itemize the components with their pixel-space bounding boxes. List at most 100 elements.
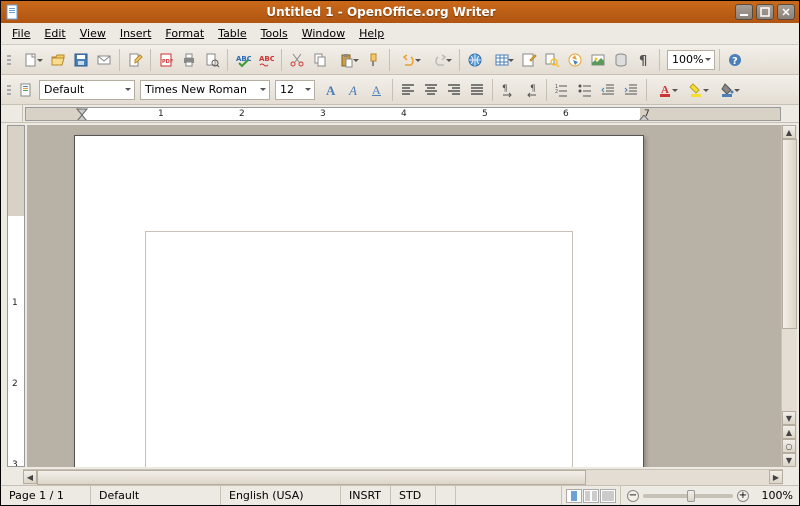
number-list-button[interactable]: 12 <box>551 79 573 101</box>
zoom-out-button[interactable]: − <box>627 490 639 502</box>
scroll-thumb-v[interactable] <box>782 139 797 329</box>
paste-button[interactable] <box>332 49 362 71</box>
scroll-right-button[interactable]: ▶ <box>769 470 783 484</box>
save-button[interactable] <box>70 49 92 71</box>
text-margin <box>145 231 573 467</box>
minimize-button[interactable] <box>735 4 753 20</box>
app-icon <box>5 4 21 20</box>
align-left-button[interactable] <box>397 79 419 101</box>
menu-tools[interactable]: Tools <box>254 24 295 43</box>
status-modified[interactable] <box>456 486 562 505</box>
open-button[interactable] <box>47 49 69 71</box>
mail-button[interactable] <box>93 49 115 71</box>
navigator-button[interactable] <box>564 49 586 71</box>
svg-text:ABC: ABC <box>259 55 274 63</box>
toolbar-grip[interactable] <box>5 79 13 101</box>
zoom-percent-label[interactable]: 100% <box>753 489 793 502</box>
align-justify-button[interactable] <box>466 79 488 101</box>
status-insert-mode[interactable]: INSRT <box>341 486 391 505</box>
close-button[interactable] <box>777 4 795 20</box>
italic-button[interactable]: A <box>343 79 365 101</box>
next-page-button[interactable]: ▼ <box>782 453 796 467</box>
document-area[interactable] <box>27 125 781 467</box>
background-color-button[interactable] <box>713 79 743 101</box>
statusbar: Page 1 / 1 Default English (USA) INSRT S… <box>1 485 799 505</box>
svg-text:A: A <box>326 83 336 98</box>
redo-button[interactable] <box>425 49 455 71</box>
find-button[interactable] <box>541 49 563 71</box>
underline-button[interactable]: A <box>366 79 388 101</box>
multi-page-view-button[interactable] <box>583 489 599 503</box>
preview-button[interactable] <box>201 49 223 71</box>
book-view-button[interactable] <box>600 489 616 503</box>
decrease-indent-button[interactable] <box>597 79 619 101</box>
align-right-button[interactable] <box>443 79 465 101</box>
menu-table[interactable]: Table <box>211 24 253 43</box>
menu-help[interactable]: Help <box>352 24 391 43</box>
copy-button[interactable] <box>309 49 331 71</box>
hyperlink-button[interactable] <box>464 49 486 71</box>
spellcheck-button[interactable]: ABC <box>232 49 254 71</box>
zoom-combo[interactable]: 100% <box>667 50 715 70</box>
zoom-in-button[interactable]: + <box>737 490 749 502</box>
edit-file-button[interactable] <box>124 49 146 71</box>
rtl-button[interactable]: ¶ <box>520 79 542 101</box>
prev-page-button[interactable]: ▲ <box>782 425 796 439</box>
print-button[interactable] <box>178 49 200 71</box>
ltr-button[interactable]: ¶ <box>497 79 519 101</box>
single-page-view-button[interactable] <box>566 489 582 503</box>
menu-format[interactable]: Format <box>158 24 211 43</box>
undo-button[interactable] <box>394 49 424 71</box>
scroll-left-button[interactable]: ◀ <box>23 470 37 484</box>
increase-indent-button[interactable] <box>620 79 642 101</box>
status-signature[interactable] <box>436 486 456 505</box>
highlight-button[interactable] <box>682 79 712 101</box>
ruler-vertical[interactable]: 1 2 3 <box>7 125 25 467</box>
help-button[interactable]: ? <box>724 49 746 71</box>
status-style[interactable]: Default <box>91 486 221 505</box>
status-page[interactable]: Page 1 / 1 <box>1 486 91 505</box>
maximize-button[interactable] <box>756 4 774 20</box>
align-center-button[interactable] <box>420 79 442 101</box>
bold-button[interactable]: A <box>320 79 342 101</box>
zoom-slider-thumb[interactable] <box>687 490 695 502</box>
paragraph-style-combo[interactable]: Default <box>39 80 135 100</box>
font-name-combo[interactable]: Times New Roman <box>140 80 270 100</box>
table-button[interactable] <box>487 49 517 71</box>
font-color-button[interactable]: A <box>651 79 681 101</box>
menubar: File Edit View Insert Format Table Tools… <box>1 23 799 45</box>
gallery-button[interactable] <box>587 49 609 71</box>
svg-text:¶: ¶ <box>639 54 647 68</box>
status-language[interactable]: English (USA) <box>221 486 341 505</box>
cut-button[interactable] <box>286 49 308 71</box>
menu-file[interactable]: File <box>5 24 37 43</box>
format-paintbrush-button[interactable] <box>363 49 385 71</box>
vertical-scrollbar[interactable]: ▲ ▼ ▲ ○ ▼ <box>781 125 797 467</box>
indent-marker-left[interactable] <box>76 108 88 121</box>
menu-edit[interactable]: Edit <box>37 24 72 43</box>
scroll-down-button[interactable]: ▼ <box>782 411 796 425</box>
toolbar-grip[interactable] <box>5 49 13 71</box>
data-sources-button[interactable] <box>610 49 632 71</box>
window-title: Untitled 1 - OpenOffice.org Writer <box>27 5 735 19</box>
scroll-up-button[interactable]: ▲ <box>782 125 796 139</box>
menu-insert[interactable]: Insert <box>113 24 159 43</box>
zoom-slider[interactable] <box>643 494 733 498</box>
nav-object-button[interactable]: ○ <box>782 439 796 453</box>
menu-window[interactable]: Window <box>295 24 352 43</box>
styles-button[interactable] <box>16 79 38 101</box>
autospell-button[interactable]: ABC <box>255 49 277 71</box>
horizontal-scrollbar[interactable]: ◀ ▶ <box>23 469 783 485</box>
status-selection-mode[interactable]: STD <box>391 486 436 505</box>
export-pdf-button[interactable]: PDF <box>155 49 177 71</box>
nonprinting-chars-button[interactable]: ¶ <box>633 49 655 71</box>
menu-view[interactable]: View <box>73 24 113 43</box>
scroll-thumb-h[interactable] <box>37 470 586 485</box>
zoom-control: − + 100% <box>621 486 799 505</box>
ruler-horizontal[interactable]: 1 2 3 4 5 6 7 <box>25 107 781 121</box>
show-draw-button[interactable] <box>518 49 540 71</box>
page[interactable] <box>74 135 644 467</box>
bullet-list-button[interactable] <box>574 79 596 101</box>
new-button[interactable] <box>16 49 46 71</box>
font-size-combo[interactable]: 12 <box>275 80 315 100</box>
